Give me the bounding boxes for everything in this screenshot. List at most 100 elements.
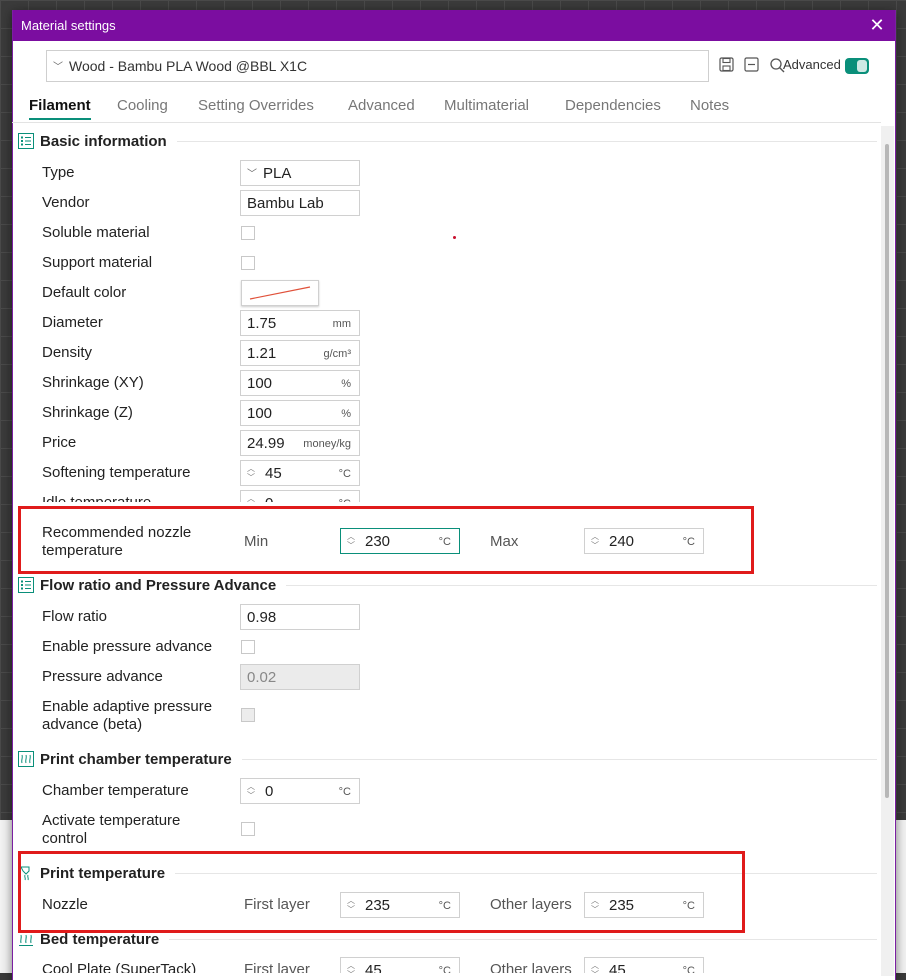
divider — [286, 584, 877, 586]
adaptive-pa-label-line1: Enable adaptive pressure — [42, 698, 213, 715]
vendor-field[interactable]: Bambu Lab — [240, 190, 360, 216]
spin-arrows-icon[interactable]: ︿﹀ — [346, 961, 356, 973]
bed-first-layer-value: 45 — [365, 961, 382, 974]
vendor-label: Vendor — [42, 194, 90, 211]
section-chamber-temperature: Print chamber temperature — [18, 747, 881, 771]
scrollbar-thumb[interactable] — [885, 144, 889, 798]
density-value: 1.21 — [247, 344, 277, 362]
settings-area: Filament Cooling Setting Overrides Advan… — [12, 0, 881, 973]
tab-cooling[interactable]: Cooling — [117, 97, 168, 114]
divider — [169, 938, 877, 940]
price-value: 24.99 — [247, 434, 285, 452]
enable-pa-label: Enable pressure advance — [42, 638, 213, 655]
flow-ratio-value: 0.98 — [247, 608, 277, 626]
shrinkage-z-field[interactable]: 100 % — [240, 400, 360, 426]
shrinkage-xy-label: Shrinkage (XY) — [42, 374, 144, 391]
support-label: Support material — [42, 254, 153, 271]
price-label: Price — [42, 434, 77, 451]
tab-multimaterial[interactable]: Multimaterial — [444, 97, 529, 114]
spin-arrows-icon[interactable]: ︿﹀ — [246, 782, 256, 800]
chamber-temp-field[interactable]: ︿ ﹀ 0 °C — [240, 778, 360, 804]
highlight-recommended-nozzle — [18, 506, 754, 574]
bed-first-layer-field[interactable]: ︿﹀ 45 °C — [340, 957, 460, 973]
type-label: Type — [42, 164, 75, 181]
cool-plate-label: Cool Plate (SuperTack) — [42, 961, 197, 973]
unit: g/cm³ — [323, 348, 352, 360]
tab-dependencies[interactable]: Dependencies — [565, 97, 661, 114]
tab-setting-overrides[interactable]: Setting Overrides — [198, 97, 314, 114]
density-label: Density — [42, 344, 93, 361]
tab-filament[interactable]: Filament — [29, 97, 91, 120]
activate-temp-label-line2: control — [42, 830, 88, 847]
section-basic-information: Basic information — [18, 129, 881, 153]
activate-temp-label-line1: Activate temperature — [42, 812, 181, 829]
soluble-checkbox[interactable] — [241, 226, 255, 240]
color-swatch — [249, 286, 311, 300]
idle-temp-field[interactable]: ︿﹀ 0 °C — [240, 490, 360, 502]
adaptive-pa-checkbox — [241, 708, 255, 722]
shrinkage-xy-value: 100 — [247, 374, 273, 392]
tab-bar: Filament Cooling Setting Overrides Advan… — [12, 97, 881, 123]
type-value: PLA — [263, 164, 292, 182]
idle-temp-label: Idle temperature — [42, 494, 151, 502]
vendor-value: Bambu Lab — [247, 194, 324, 212]
unit: °C — [438, 965, 451, 973]
pressure-advance-label: Pressure advance — [42, 668, 163, 685]
heat-icon — [18, 931, 34, 947]
bed-other-layers-field[interactable]: ︿﹀ 45 °C — [584, 957, 704, 973]
enable-pa-checkbox[interactable] — [241, 640, 255, 654]
pressure-advance-value: 0.02 — [247, 668, 277, 686]
section-title: Print chamber temperature — [40, 750, 232, 768]
unit: mm — [332, 318, 351, 330]
color-swatch-button[interactable] — [241, 280, 319, 306]
idle-temp-value: 0 — [265, 495, 273, 503]
density-field[interactable]: 1.21 g/cm³ — [240, 340, 360, 366]
section-flow-ratio: Flow ratio and Pressure Advance — [18, 573, 881, 597]
divider — [241, 758, 877, 760]
vertical-scrollbar[interactable] — [881, 126, 894, 976]
adaptive-pa-label-line2: advance (beta) — [42, 716, 143, 733]
unit: °C — [682, 965, 695, 973]
highlight-print-temperature — [18, 851, 745, 933]
tab-notes[interactable]: Notes — [690, 97, 729, 114]
shrinkage-xy-field[interactable]: 100 % — [240, 370, 360, 396]
type-dropdown[interactable]: ﹀ PLA — [240, 160, 360, 186]
support-checkbox[interactable] — [241, 256, 255, 270]
flow-ratio-field[interactable]: 0.98 — [240, 604, 360, 630]
activate-temp-checkbox[interactable] — [241, 822, 255, 836]
list-icon — [18, 133, 34, 149]
price-field[interactable]: 24.99 money/kg — [240, 430, 360, 456]
softening-temp-label: Softening temperature — [42, 464, 191, 481]
pressure-advance-field: 0.02 — [240, 664, 360, 690]
heat-icon — [18, 751, 34, 767]
first-layer-label: First layer — [244, 961, 310, 973]
shrinkage-z-label: Shrinkage (Z) — [42, 404, 133, 421]
chamber-temp-value: 0 — [265, 782, 274, 800]
unit: % — [341, 378, 351, 390]
bed-row-clip: Cool Plate (SuperTack) First layer ︿﹀ 45… — [12, 955, 881, 973]
shrinkage-z-value: 100 — [247, 404, 273, 422]
other-layers-label: Other layers — [490, 961, 572, 973]
section-title: Bed temperature — [40, 930, 160, 948]
spin-arrows-icon[interactable]: ︿﹀ — [590, 961, 600, 973]
unit: °C — [339, 498, 351, 502]
chevron-down-icon: ﹀ — [247, 168, 257, 180]
unit: °C — [338, 468, 351, 480]
divider — [176, 140, 877, 142]
flow-ratio-label: Flow ratio — [42, 608, 108, 625]
softening-temp-value: 45 — [265, 464, 282, 482]
softening-temp-field[interactable]: ︿ ﹀ 45 °C — [240, 460, 360, 486]
unit: % — [341, 408, 351, 420]
tab-advanced[interactable]: Advanced — [348, 97, 415, 114]
section-title: Basic information — [40, 132, 167, 150]
diameter-label: Diameter — [42, 314, 103, 331]
default-color-label: Default color — [42, 284, 127, 301]
spin-arrows-icon[interactable]: ︿﹀ — [246, 494, 256, 502]
bed-other-layers-value: 45 — [609, 961, 626, 974]
cursor-dot — [453, 236, 456, 239]
spin-arrows-icon[interactable]: ︿﹀ — [246, 464, 256, 482]
unit: money/kg — [303, 438, 351, 450]
diameter-field[interactable]: 1.75 mm — [240, 310, 360, 336]
idle-temp-row-clip: Idle temperature ︿﹀ 0 °C — [12, 488, 881, 502]
chamber-temp-label: Chamber temperature — [42, 782, 189, 799]
